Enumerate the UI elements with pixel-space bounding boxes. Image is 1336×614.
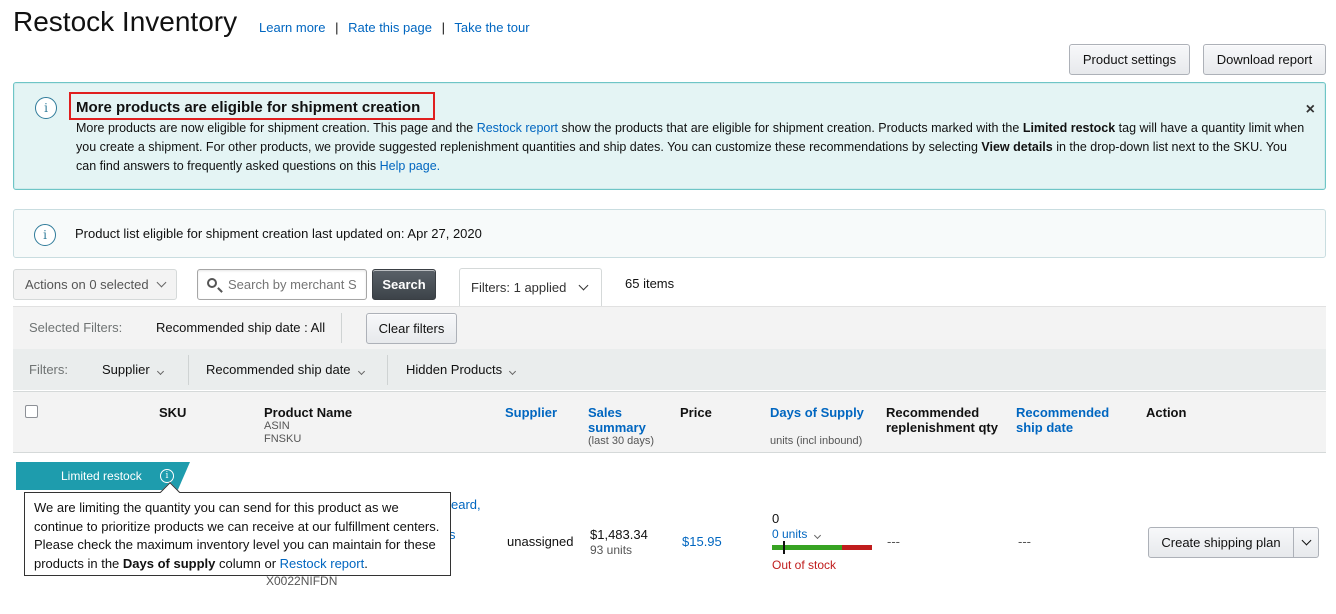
info-icon: i (35, 97, 57, 119)
col-rec-qty-line2: replenishment qty (886, 420, 998, 435)
col-sales-sub: (last 30 days) (588, 435, 655, 447)
chevron-down-icon (578, 280, 589, 291)
days-of-supply-value: 0 (772, 511, 780, 526)
units-dropdown[interactable]: 0 units (772, 527, 822, 541)
col-fnsku: FNSKU (264, 433, 302, 445)
limited-restock-label: Limited restock (61, 469, 142, 483)
col-sales-summary[interactable]: Sales summary (588, 405, 646, 435)
chevron-down-icon (156, 277, 167, 288)
clear-filters-button[interactable]: Clear filters (366, 313, 457, 344)
filters-panel: Filters: Supplier Recommended ship date … (13, 349, 1326, 390)
filter-recommended-ship-date[interactable]: Recommended ship date (206, 362, 365, 377)
search-box[interactable] (197, 269, 367, 300)
link-separator: | (335, 20, 339, 35)
supplier-value: unassigned (507, 534, 574, 549)
select-all-checkbox[interactable] (25, 405, 38, 418)
col-sales-line2: summary (588, 420, 646, 435)
sales-units: 93 units (590, 543, 633, 557)
restock-report-link[interactable]: Restock report (477, 121, 558, 135)
rate-this-page-link[interactable]: Rate this page (348, 20, 432, 35)
col-recommended-qty: Recommended replenishment qty (886, 405, 998, 435)
search-input[interactable] (226, 276, 362, 293)
selected-filter-chip: Recommended ship date : All (156, 320, 326, 335)
action-dropdown-toggle[interactable] (1294, 528, 1318, 557)
create-shipping-plan-button[interactable]: Create shipping plan (1149, 528, 1293, 557)
filters-tab-label: Filters: 1 applied (471, 280, 567, 295)
filter-supplier[interactable]: Supplier (102, 362, 164, 377)
col-asin: ASIN (264, 420, 290, 432)
col-action: Action (1146, 405, 1187, 420)
col-rec-qty-line1: Recommended (886, 405, 980, 420)
col-days-sub: units (incl inbound) (770, 435, 863, 447)
limited-restock-tag: Limited restock i (16, 462, 190, 490)
col-sku: SKU (159, 405, 187, 420)
recommended-ship-date-value: --- (1018, 534, 1031, 549)
filter-ship-date-label: Recommended ship date (206, 362, 351, 377)
alert-bold-text: View details (981, 140, 1053, 154)
col-sales-line1: Sales (588, 405, 622, 420)
chevron-down-icon (509, 367, 517, 376)
col-recommended-ship-date[interactable]: Recommended ship date (1016, 405, 1109, 435)
selected-filters-label: Selected Filters: (29, 320, 123, 335)
product-settings-button[interactable]: Product settings (1069, 44, 1190, 75)
limited-restock-tooltip: We are limiting the quantity you can sen… (24, 492, 451, 576)
chevron-down-icon (357, 367, 365, 376)
stock-status: Out of stock (772, 558, 837, 572)
supply-bar-marker (783, 541, 785, 554)
supply-level-bar (772, 541, 872, 554)
units-link[interactable]: 0 units (772, 527, 807, 541)
table-header: SKU Product Name ASIN FNSKU Supplier Sal… (13, 391, 1326, 453)
chevron-down-icon (1301, 535, 1311, 546)
take-the-tour-link[interactable]: Take the tour (454, 20, 529, 35)
chevron-down-icon (156, 367, 164, 376)
last-updated-text: Product list eligible for shipment creat… (75, 226, 482, 241)
supply-bar-red (842, 545, 872, 550)
col-product-name: Product Name (264, 405, 353, 420)
filters-tab[interactable]: Filters: 1 applied (459, 268, 602, 306)
filter-supplier-label: Supplier (102, 362, 150, 377)
help-page-link[interactable]: Help page. (380, 159, 440, 173)
alert-text: show the products that are eligible for … (557, 121, 1023, 135)
create-shipping-plan-split-button: Create shipping plan (1148, 527, 1319, 558)
sales-amount: $1,483.34 (590, 527, 648, 542)
download-report-button[interactable]: Download report (1203, 44, 1326, 75)
col-supplier[interactable]: Supplier (505, 405, 557, 420)
filters-label: Filters: (29, 362, 68, 377)
header-links: Learn more | Rate this page | Take the t… (259, 20, 530, 35)
tooltip-text: column or (215, 555, 280, 571)
col-rec-ship-line1: Recommended (1016, 405, 1110, 420)
alert-bold-text: Limited restock (1022, 121, 1116, 135)
tooltip-restock-report-link[interactable]: Restock report (280, 556, 365, 571)
items-count: 65 items (625, 276, 675, 291)
actions-label: Actions on 0 selected (25, 277, 149, 292)
chevron-down-icon (814, 531, 822, 540)
learn-more-link[interactable]: Learn more (259, 20, 325, 35)
recommended-qty-value: --- (887, 534, 900, 549)
search-icon (207, 278, 217, 288)
filter-hidden-products[interactable]: Hidden Products (406, 362, 517, 377)
tooltip-bold-text: Days of supply (122, 555, 216, 571)
selected-filters-panel: Selected Filters: Recommended ship date … (13, 306, 1326, 349)
last-updated-box: i Product list eligible for shipment cre… (13, 209, 1326, 258)
filter-hidden-products-label: Hidden Products (406, 362, 503, 377)
product-name-link[interactable]: eard, (451, 497, 481, 512)
fnsku-value: X0022NIFDN (266, 574, 338, 588)
actions-dropdown[interactable]: Actions on 0 selected (13, 269, 177, 300)
col-price: Price (680, 405, 712, 420)
info-icon: i (34, 224, 56, 246)
col-days-of-supply[interactable]: Days of Supply (770, 405, 864, 420)
info-icon[interactable]: i (160, 469, 174, 483)
alert-body: More products are now eligible for shipm… (76, 119, 1306, 176)
page-title: Restock Inventory (13, 6, 238, 37)
col-rec-ship-line2: ship date (1016, 420, 1074, 435)
alert-text: More products are now eligible for shipm… (76, 121, 477, 135)
tooltip-text: . (364, 555, 368, 571)
price-link[interactable]: $15.95 (682, 534, 722, 549)
alert-title: More products are eligible for shipment … (76, 99, 421, 116)
close-icon[interactable]: × (1306, 101, 1315, 119)
eligibility-alert: i More products are eligible for shipmen… (13, 82, 1326, 190)
link-separator: | (441, 20, 445, 35)
search-button[interactable]: Search (372, 269, 436, 300)
